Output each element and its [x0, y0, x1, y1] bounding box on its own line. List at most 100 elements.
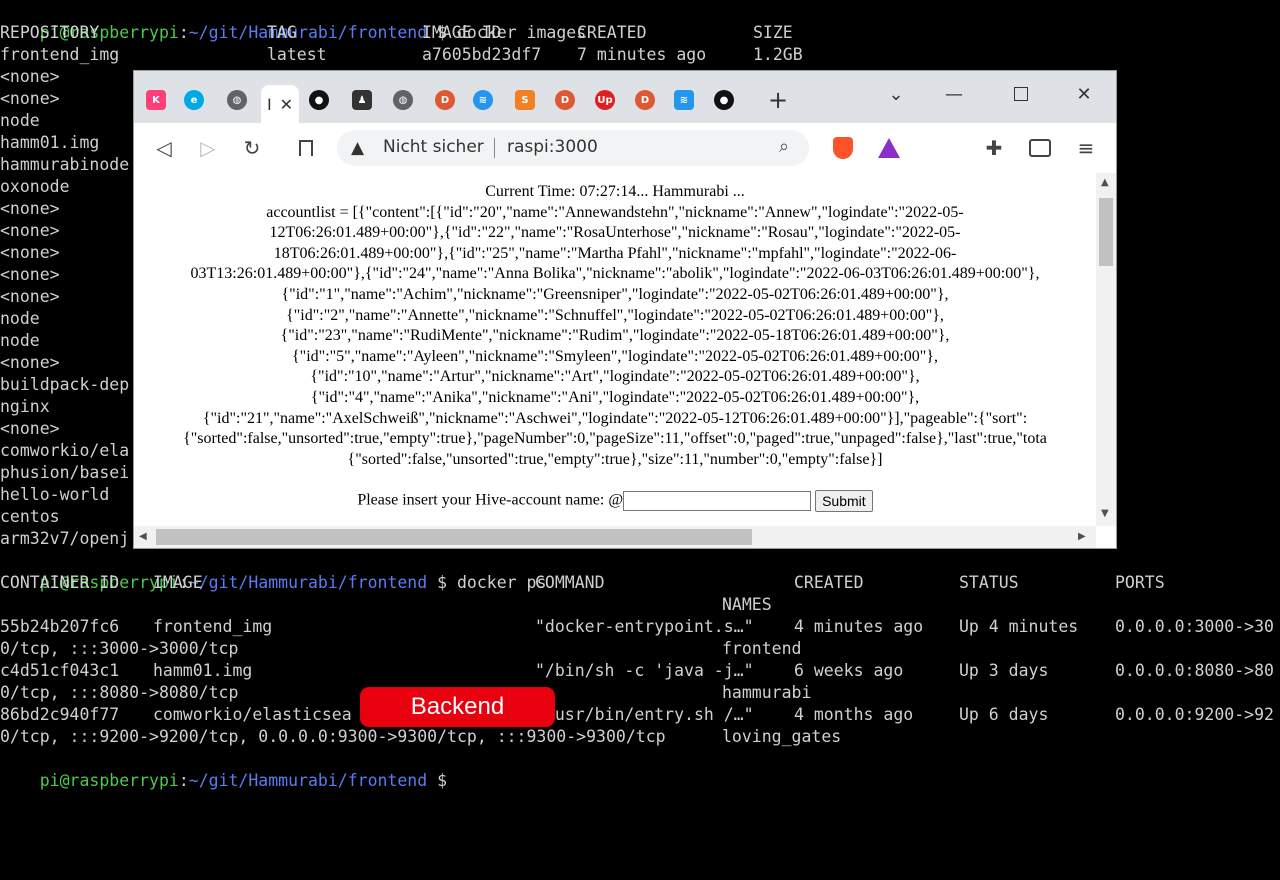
tab[interactable]: ◍: [223, 86, 251, 114]
ps-row-wrap: 0/tcp, :::8080->8080/tcp hammurabi: [0, 682, 1280, 704]
image-repo: <none>: [0, 243, 60, 262]
submit-button[interactable]: Submit: [815, 490, 873, 513]
image-repo: phusion/basei: [0, 463, 130, 482]
tab-active[interactable]: I ✕: [261, 85, 299, 123]
tab[interactable]: e: [180, 86, 208, 114]
prompt-path: ~/git/Hammurabi/frontend: [188, 771, 428, 790]
forward-button[interactable]: ▷: [192, 133, 224, 163]
maximize-icon: [1014, 87, 1028, 101]
brave-icon: [833, 137, 853, 159]
tab[interactable]: S: [511, 86, 539, 114]
tab-search-button[interactable]: ⌄: [876, 79, 916, 109]
warning-icon: ▲: [351, 138, 365, 158]
docker-icon: ≋: [473, 90, 493, 110]
wallet-button[interactable]: [1024, 133, 1056, 163]
account-name-input[interactable]: [623, 491, 812, 512]
header-command: COMMAND: [535, 573, 605, 592]
container-created: 4 months ago: [794, 705, 914, 724]
tab[interactable]: ♟: [348, 86, 376, 114]
container-ports-wrap: 0/tcp, :::8080->8080/tcp: [0, 683, 239, 702]
tab[interactable]: Up: [591, 86, 619, 114]
image-repo: <none>: [0, 67, 60, 86]
tab[interactable]: K: [142, 86, 170, 114]
menu-button[interactable]: ≡: [1070, 133, 1102, 163]
container-image: hamm01.img: [153, 661, 253, 680]
header-container-id: CONTAINER ID: [0, 573, 120, 592]
ps-row-wrap: 0/tcp, :::9200->9200/tcp, 0.0.0.0:9300->…: [0, 726, 1280, 748]
vertical-scrollbar[interactable]: ▲ ▼: [1096, 173, 1116, 526]
image-repo: <none>: [0, 199, 60, 218]
header-size: SIZE: [753, 23, 793, 42]
horizontal-scrollbar[interactable]: ◀ ▶: [134, 526, 1096, 548]
image-repo: comworkio/ela: [0, 441, 130, 460]
page-line: {"id":"10","name":"Artur","nickname":"Ar…: [310, 368, 920, 386]
reload-icon: ↻: [243, 136, 261, 160]
tab[interactable]: D: [431, 86, 459, 114]
reload-button[interactable]: ↻: [236, 133, 268, 163]
container-ports: 0.0.0.0:3000->30: [1115, 617, 1274, 636]
prompt-colon: :: [178, 771, 189, 790]
brave-rewards-button[interactable]: [873, 133, 905, 163]
container-ports-wrap: 0/tcp, :::9200->9200/tcp, 0.0.0.0:9300->…: [0, 727, 666, 746]
scroll-thumb[interactable]: [156, 529, 752, 545]
container-status: Up 6 days: [959, 705, 1049, 724]
brave-shields-button[interactable]: [827, 133, 859, 163]
container-id: c4d51cf043c1: [0, 661, 120, 680]
header-image-id: IMAGE ID: [422, 23, 502, 42]
bookmark-button[interactable]: [290, 133, 322, 163]
page-line: Current Time: 07:27:14... Hammurabi ...: [485, 183, 745, 200]
page-content: Current Time: 07:27:14... Hammurabi ... …: [134, 173, 1096, 526]
container-command: "docker-entrypoint.s…": [535, 617, 754, 636]
maximize-button[interactable]: [1001, 79, 1041, 109]
tab[interactable]: D: [631, 86, 659, 114]
prompt-user: pi@raspberrypi: [39, 771, 179, 790]
extensions-button[interactable]: ✚: [978, 133, 1010, 163]
header-created: CREATED: [577, 23, 647, 42]
container-id: 55b24b207fc6: [0, 617, 120, 636]
ps-row: c4d51cf043c1 hamm01.img "/bin/sh -c 'jav…: [0, 660, 1280, 682]
ps-row: 55b24b207fc6 frontend_img "docker-entryp…: [0, 616, 1280, 638]
k-icon: K: [146, 90, 166, 110]
container-status: Up 3 days: [959, 661, 1049, 680]
minimize-button[interactable]: —: [934, 79, 974, 109]
close-icon[interactable]: ✕: [280, 95, 293, 114]
scroll-down-icon[interactable]: ▼: [1101, 508, 1109, 519]
duckduckgo-icon: D: [635, 90, 655, 110]
scroll-thumb[interactable]: [1099, 198, 1113, 266]
back-button[interactable]: ◁: [148, 133, 180, 163]
linux-icon: ♟: [352, 90, 372, 110]
plus-icon: +: [767, 86, 789, 114]
globe-icon: ◍: [393, 90, 413, 110]
new-tab-button[interactable]: +: [764, 86, 792, 114]
search-icon[interactable]: ⌕: [779, 136, 789, 157]
image-repo: frontend_img: [0, 45, 120, 64]
divider: [494, 138, 495, 158]
page-line: {"id":"1","name":"Achim","nickname":"Gre…: [281, 285, 949, 303]
bookmark-icon: [299, 140, 313, 156]
chevron-down-icon: ⌄: [888, 83, 904, 105]
image-tag: latest: [267, 45, 327, 64]
browser-window: K e ◍ I ✕ ● ♟ ◍ D ≋ S D Up D ≋ ● + ⌄ — ✕…: [133, 70, 1117, 549]
minimize-icon: —: [945, 83, 963, 105]
container-image: frontend_img: [153, 617, 273, 636]
image-repo: hammurabinode: [0, 155, 130, 174]
address-bar[interactable]: ▲ Nicht sicher raspi:3000 ⌕: [337, 130, 809, 166]
image-repo: <none>: [0, 89, 60, 108]
tab[interactable]: ◍: [389, 86, 417, 114]
scroll-up-icon[interactable]: ▲: [1101, 177, 1109, 188]
container-command: "/bin/sh -c 'java -j…": [535, 661, 754, 680]
tab[interactable]: D: [551, 86, 579, 114]
page-line: {"sorted":false,"unsorted":true,"empty":…: [183, 430, 1047, 448]
tab[interactable]: ●: [305, 86, 333, 114]
scroll-left-icon[interactable]: ◀: [139, 531, 147, 542]
tab[interactable]: ≋: [469, 86, 497, 114]
page-line: {"sorted":false,"unsorted":true,"empty":…: [347, 450, 883, 468]
image-repo: <none>: [0, 287, 60, 306]
tab[interactable]: ≋: [670, 86, 698, 114]
close-window-button[interactable]: ✕: [1064, 79, 1104, 109]
terminal-prompt[interactable]: pi@raspberrypi:~/git/Hammurabi/frontend …: [0, 748, 457, 790]
tab[interactable]: ●: [710, 86, 738, 114]
scroll-right-icon[interactable]: ▶: [1078, 531, 1086, 542]
rewards-triangle-icon: [878, 138, 900, 158]
image-repo: node: [0, 309, 40, 328]
